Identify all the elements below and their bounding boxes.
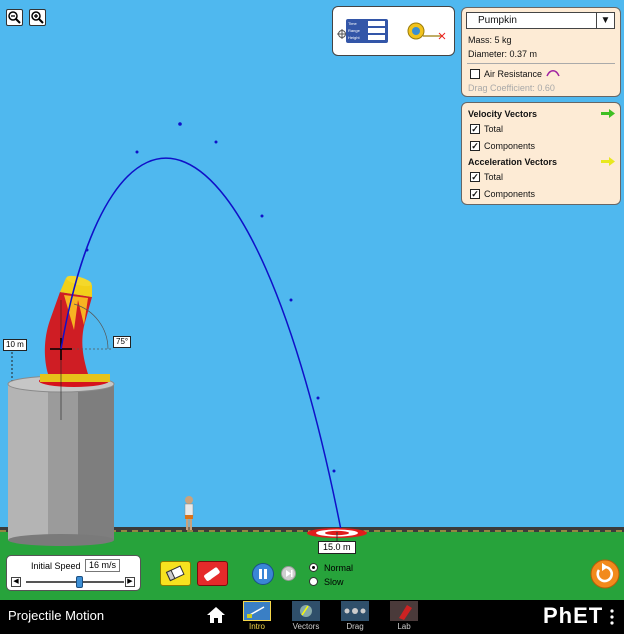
velocity-components-checkbox[interactable]: ✓ bbox=[470, 141, 480, 151]
projectile-select-value: Pumpkin bbox=[478, 15, 517, 26]
eraser-button[interactable] bbox=[160, 561, 191, 586]
drag-curve-icon bbox=[546, 69, 560, 77]
speed-decrease-button[interactable]: ◀ bbox=[11, 577, 21, 587]
speed-slow-radio[interactable] bbox=[309, 577, 318, 586]
probe-row-time: Time bbox=[348, 21, 357, 26]
vectors-panel: Velocity Vectors ✓ Total ✓ Components Ac… bbox=[461, 102, 621, 205]
acceleration-total-checkbox[interactable]: ✓ bbox=[470, 172, 480, 182]
acceleration-total-label: Total bbox=[484, 172, 504, 182]
lab-screen-icon bbox=[399, 605, 412, 620]
fire-button[interactable] bbox=[197, 561, 228, 586]
tab-intro[interactable] bbox=[243, 601, 271, 621]
zoom-out-button[interactable] bbox=[6, 9, 23, 26]
speed-normal-radio[interactable] bbox=[309, 563, 318, 572]
pause-icon bbox=[259, 569, 267, 579]
initial-speed-label: Initial Speed bbox=[31, 561, 81, 571]
navigation-bar: Projectile Motion Intro Vectors Drag Lab… bbox=[0, 600, 624, 634]
cannon-fire-icon bbox=[204, 567, 220, 581]
options-menu-icon[interactable] bbox=[610, 608, 614, 626]
speed-slow-label: Slow bbox=[324, 577, 344, 587]
app-title: Projectile Motion bbox=[8, 608, 105, 623]
initial-speed-value: 16 m/s bbox=[85, 559, 121, 572]
velocity-total-checkbox[interactable]: ✓ bbox=[470, 124, 480, 134]
vectors-screen-icon bbox=[300, 605, 312, 617]
speed-normal-label: Normal bbox=[324, 563, 354, 573]
air-resistance-checkbox[interactable] bbox=[470, 69, 480, 79]
velocity-total-label: Total bbox=[484, 124, 504, 134]
acceleration-vectors-title: Acceleration Vectors bbox=[468, 157, 558, 167]
velocity-arrow-icon bbox=[601, 109, 615, 118]
intro-screen-icon bbox=[247, 606, 265, 618]
acceleration-components-checkbox[interactable]: ✓ bbox=[470, 189, 480, 199]
pause-button[interactable] bbox=[252, 563, 274, 585]
data-probe-tool[interactable]: Time Range Height bbox=[346, 19, 388, 43]
projectile-select[interactable]: Pumpkin ▼ bbox=[466, 12, 615, 29]
mass-readout: Mass: 5 kg bbox=[468, 35, 512, 45]
acceleration-components-label: Components bbox=[484, 189, 536, 199]
tab-intro-label: Intro bbox=[248, 622, 265, 631]
target-distance-label[interactable]: 15.0 m bbox=[318, 541, 356, 554]
angle-label: 75° bbox=[113, 336, 132, 348]
tab-drag[interactable] bbox=[341, 601, 369, 621]
tab-vectors-label: Vectors bbox=[292, 622, 320, 631]
home-icon[interactable] bbox=[206, 606, 226, 624]
tab-lab-label: Lab bbox=[397, 622, 411, 631]
initial-speed-control: Initial Speed 16 m/s ◀ ▶ bbox=[6, 555, 141, 591]
air-resistance-label: Air Resistance bbox=[484, 69, 543, 79]
velocity-vectors-title: Velocity Vectors bbox=[468, 109, 538, 119]
speed-slider-track[interactable] bbox=[26, 581, 124, 583]
tab-lab[interactable] bbox=[390, 601, 418, 621]
speed-slider-thumb[interactable] bbox=[76, 576, 84, 588]
tab-vectors[interactable] bbox=[292, 601, 320, 621]
measurement-tools-panel: Time Range Height bbox=[332, 6, 455, 56]
speed-increase-button[interactable]: ▶ bbox=[125, 577, 135, 587]
velocity-components-label: Components bbox=[484, 141, 536, 151]
tab-drag-label: Drag bbox=[346, 622, 364, 631]
diameter-readout: Diameter: 0.37 m bbox=[468, 49, 538, 59]
step-icon bbox=[286, 570, 293, 577]
height-label[interactable]: 10 m bbox=[3, 339, 27, 351]
drag-screen-icon bbox=[344, 608, 366, 614]
probe-row-range: Range bbox=[348, 28, 360, 33]
acceleration-arrow-icon bbox=[601, 157, 615, 166]
projectile-panel: Pumpkin ▼ Mass: 5 kg Diameter: 0.37 m Ai… bbox=[461, 7, 621, 97]
tape-measure-icon[interactable] bbox=[406, 20, 446, 42]
reset-all-button bbox=[590, 559, 620, 589]
probe-row-height: Height bbox=[348, 35, 360, 40]
chevron-down-icon: ▼ bbox=[596, 13, 614, 28]
eraser-icon bbox=[165, 565, 185, 582]
zoom-in-button[interactable] bbox=[29, 9, 46, 26]
step-forward-button[interactable] bbox=[281, 566, 296, 581]
drag-coefficient-readout: Drag Coefficient: 0.60 bbox=[468, 83, 555, 93]
phet-logo: PhET bbox=[543, 603, 604, 628]
